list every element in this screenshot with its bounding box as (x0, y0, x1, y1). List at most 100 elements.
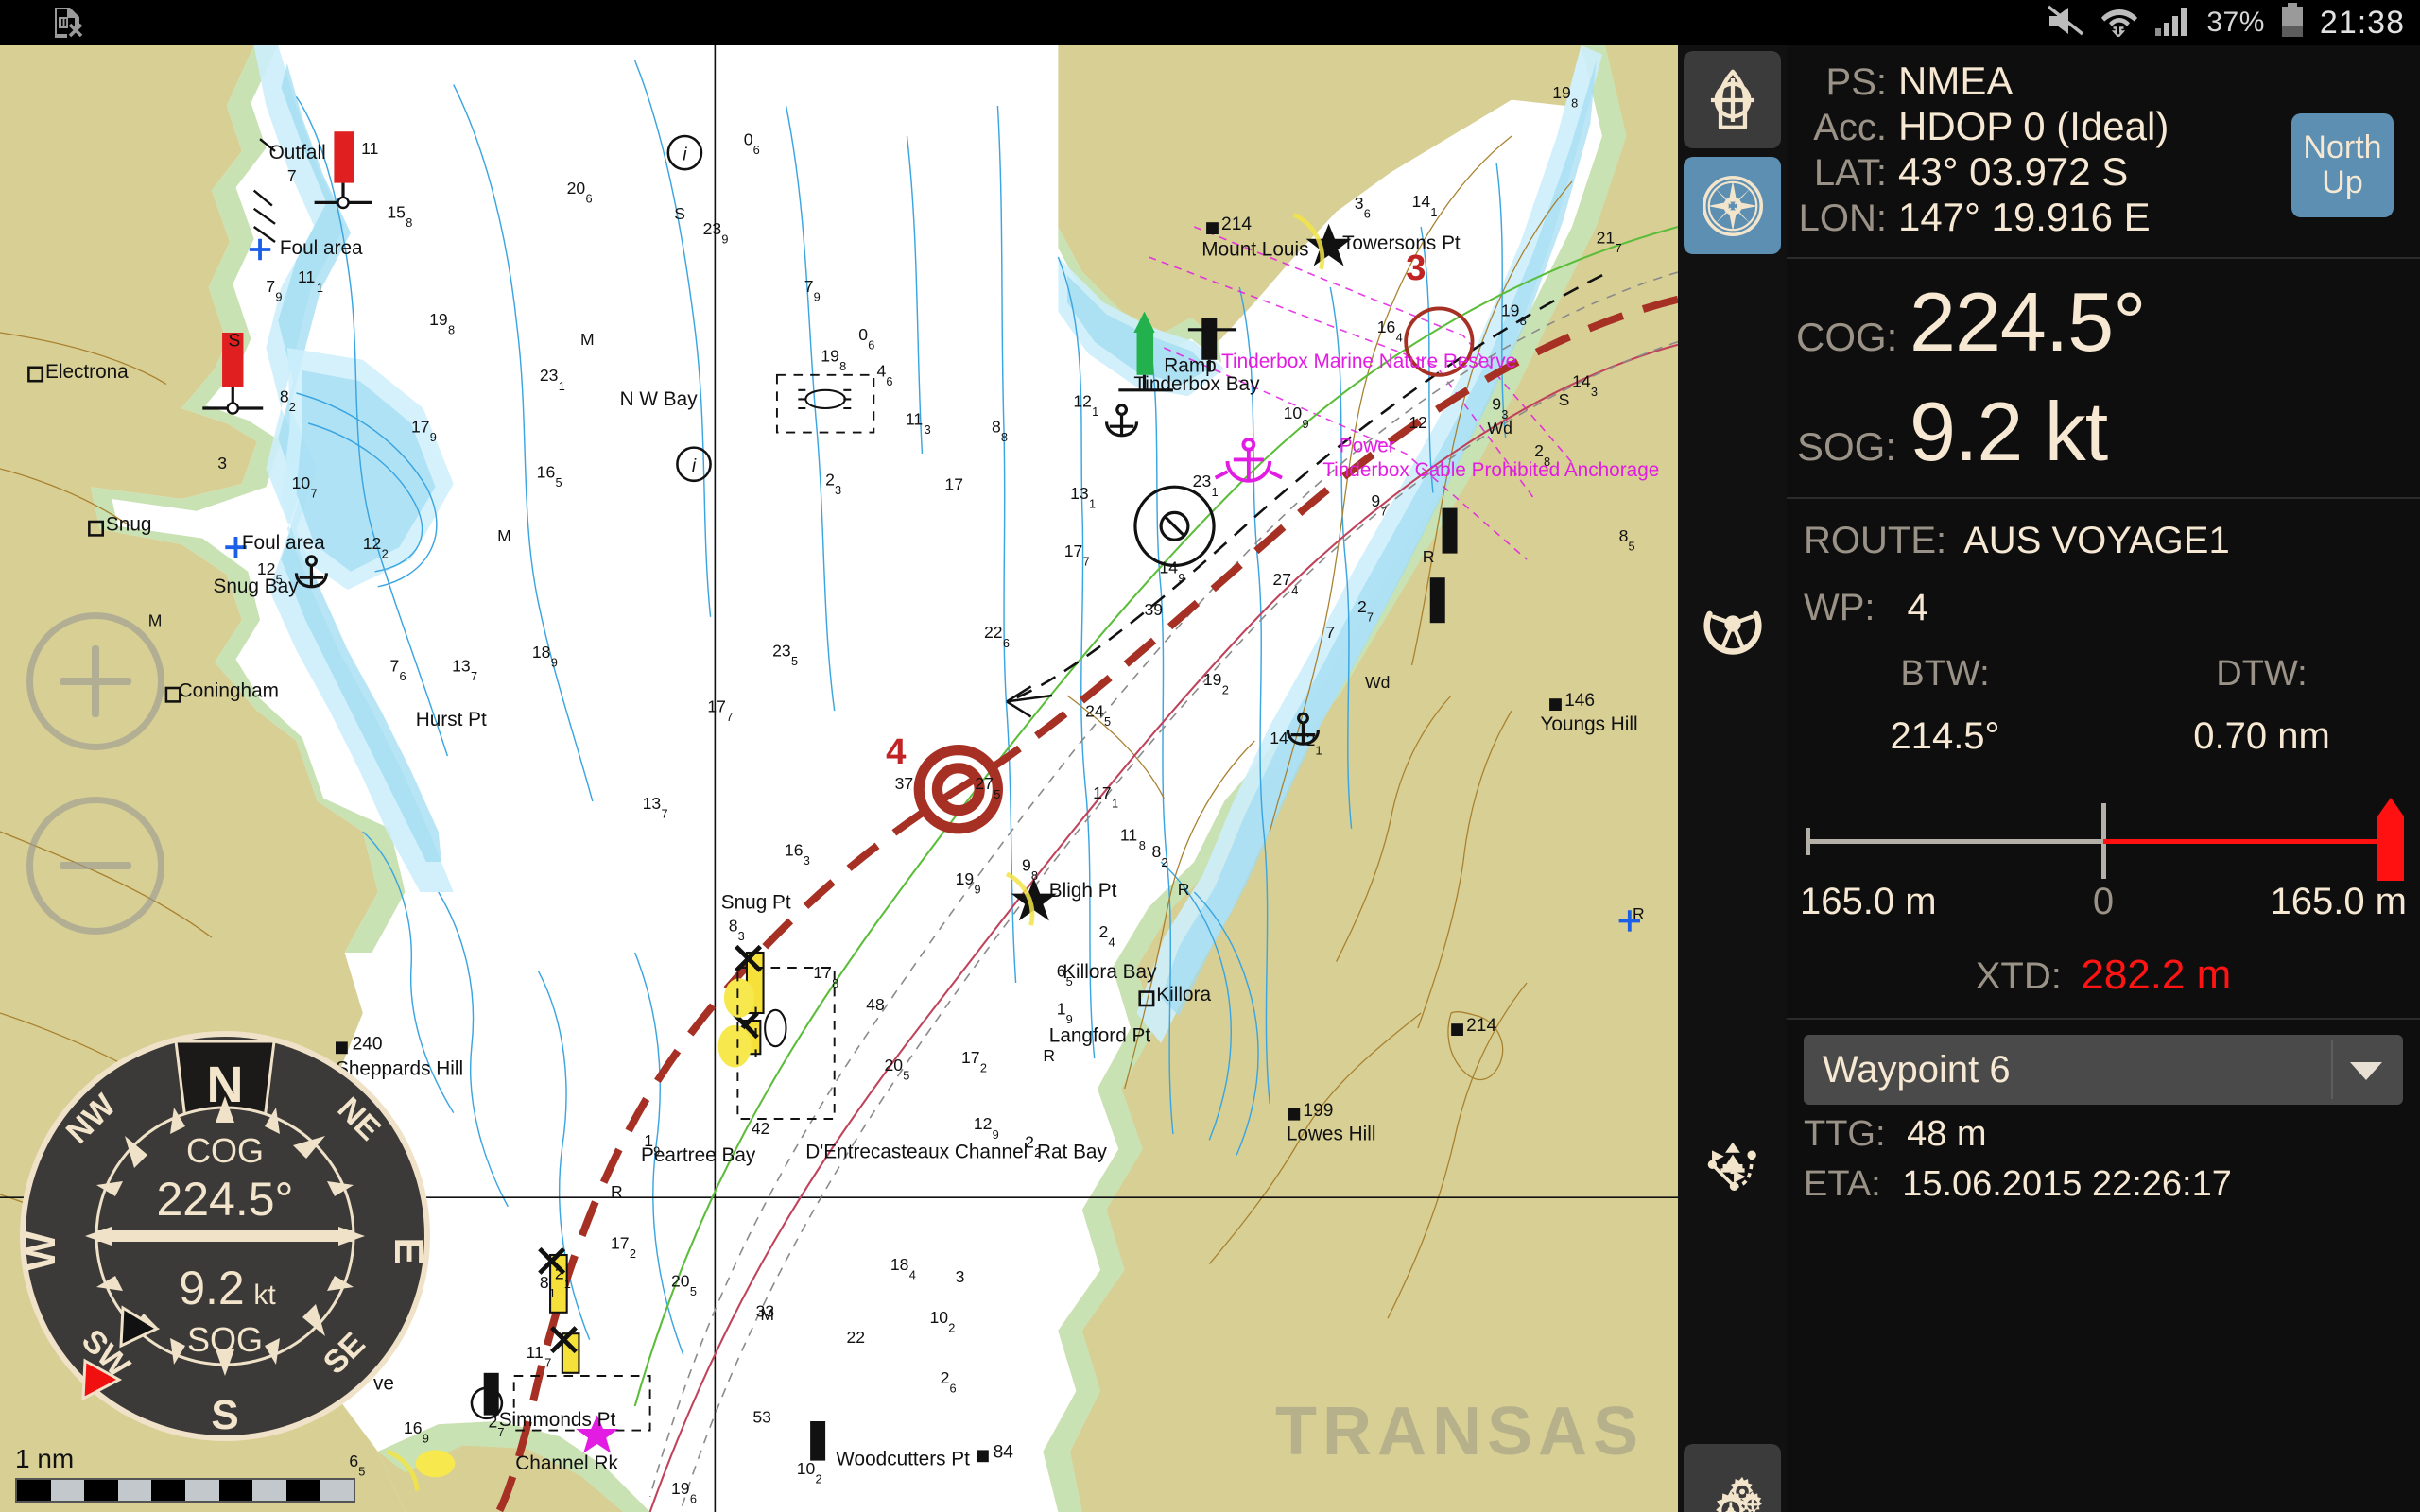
svg-text:1: 1 (1092, 404, 1098, 419)
svg-text:13: 13 (452, 656, 471, 675)
xtd-value: 282.2 m (2081, 952, 2232, 998)
android-status-bar: 37% 21:38 (0, 0, 2420, 45)
sounding: 11 (361, 139, 378, 158)
svg-text:7: 7 (661, 807, 667, 821)
svg-text:18: 18 (532, 643, 551, 662)
wifi-icon (2100, 5, 2138, 42)
place-label: Tinderbox Bay (1133, 373, 1260, 395)
chart-map-area[interactable]: .land { fill:#d8cf94; } .water { fill:#f… (0, 45, 1678, 1512)
svg-text:14: 14 (1160, 558, 1179, 576)
svg-text:8: 8 (1031, 868, 1038, 883)
xtd-left-cap (1806, 828, 1810, 855)
svg-text:53: 53 (752, 1408, 771, 1427)
sounding: R (1178, 880, 1190, 899)
sounding: 7 (287, 166, 297, 185)
map-toolbar (1678, 45, 1787, 1512)
svg-text:3: 3 (1355, 194, 1364, 213)
svg-text:M: M (580, 330, 595, 349)
magenta-chart-label: Power (1340, 435, 1395, 456)
waypoint-number-row: WP: 4 (1787, 587, 2420, 629)
svg-text:1: 1 (1057, 1000, 1066, 1019)
compass-sog-label: SOG (187, 1320, 263, 1359)
status-clock: 21:38 (2319, 4, 2405, 41)
place-label: Woodcutters Pt (836, 1448, 970, 1469)
svg-text:i: i (683, 146, 687, 165)
place-label: Snug Pt (721, 892, 791, 914)
transas-watermark: TRANSAS (1274, 1394, 1644, 1469)
svg-text:7: 7 (471, 669, 477, 683)
svg-text:8: 8 (406, 215, 412, 230)
svg-text:5: 5 (994, 787, 1000, 801)
place-label: Electrona (45, 361, 129, 383)
svg-text:24: 24 (1085, 701, 1104, 720)
svg-text:Wd: Wd (1365, 673, 1390, 692)
svg-text:1: 1 (559, 379, 565, 393)
btw-value: 214.5° (1890, 715, 2000, 757)
svg-text:5: 5 (1104, 714, 1111, 729)
route-waypoints-icon[interactable] (1684, 1111, 1781, 1209)
own-ship-centering-icon[interactable] (1684, 51, 1781, 148)
svg-text:2: 2 (1099, 922, 1109, 941)
svg-text:13: 13 (643, 794, 662, 813)
zoom-out-button[interactable] (26, 797, 164, 935)
sounding: 17 (944, 474, 963, 493)
scale-label: 1 nm (15, 1444, 75, 1473)
svg-text:6: 6 (585, 191, 592, 205)
svg-text:9: 9 (721, 232, 728, 247)
cog-sog-section: COG: 224.5° SOG: 9.2 kt (1787, 259, 2420, 499)
place-label: Outfall (269, 142, 326, 163)
svg-text:15: 15 (387, 202, 406, 221)
compass-rose-icon[interactable] (1684, 157, 1781, 254)
svg-text:17: 17 (1093, 783, 1112, 802)
svg-text:7: 7 (287, 166, 297, 185)
svg-text:20: 20 (884, 1056, 903, 1074)
svg-text:17: 17 (944, 474, 963, 493)
svg-text:7: 7 (1367, 610, 1374, 625)
compass-rose-widget[interactable]: N S E W NW NE SE SW COG 224.5° 9.2 kt SO… (17, 1028, 433, 1444)
btw-dtw-row: BTW: 214.5° DTW: 0.70 nm (1787, 654, 2420, 758)
xtd-center-scale: 0 (2092, 881, 2115, 922)
place-label: Rat Bay (1037, 1142, 1108, 1163)
sounding: R (611, 1182, 623, 1201)
xtd-gauge (1800, 792, 2407, 881)
cog-row: COG: 224.5° (1787, 274, 2420, 370)
svg-text:0: 0 (744, 130, 753, 149)
sounding: Wd (1365, 673, 1390, 692)
orientation-north-up-button[interactable]: North Up (2291, 113, 2394, 217)
latitude-label: LAT: (1813, 152, 1887, 194)
svg-text:2: 2 (816, 1472, 822, 1486)
svg-text:10: 10 (1284, 404, 1303, 422)
helm-wheel-icon[interactable] (1684, 575, 1781, 672)
zoom-in-button[interactable] (26, 612, 164, 750)
svg-text:7: 7 (1325, 623, 1335, 642)
eta-row: ETA: 15.06.2015 22:26:17 (1804, 1164, 2403, 1205)
place-label: Peartree Bay (641, 1144, 756, 1166)
svg-text:6: 6 (1364, 206, 1371, 220)
battery-icon (2280, 2, 2305, 43)
svg-text:42: 42 (752, 1119, 770, 1138)
svg-text:6: 6 (868, 338, 874, 352)
cog-label: COG: (1796, 315, 1898, 359)
place-label: Lowes Hill (1287, 1123, 1376, 1144)
svg-text:5: 5 (1629, 539, 1635, 553)
waypoint-select[interactable]: Waypoint 6 (1804, 1035, 2403, 1105)
xtd-label: XTD: (1975, 955, 2062, 997)
svg-text:6: 6 (1003, 636, 1010, 650)
sounding: R (1633, 904, 1645, 923)
settings-gears-icon[interactable] (1684, 1444, 1781, 1512)
svg-text:13: 13 (1070, 484, 1089, 503)
cog-value: 224.5° (1910, 275, 2146, 369)
svg-text:8: 8 (1001, 430, 1008, 444)
svg-text:7: 7 (1083, 554, 1090, 568)
place-label: Foul area (280, 237, 363, 259)
ttg-value: 48 m (1907, 1114, 1987, 1154)
svg-text:7: 7 (804, 277, 814, 296)
sounding: R (1043, 1046, 1055, 1065)
svg-text:4: 4 (1396, 331, 1403, 345)
svg-text:7: 7 (726, 710, 733, 724)
svg-text:5: 5 (903, 1068, 909, 1082)
xtd-value-row: XTD: 282.2 m (1800, 952, 2407, 999)
svg-text:6: 6 (690, 1491, 697, 1505)
svg-text:8: 8 (832, 976, 838, 990)
place-label: Foul area (242, 532, 325, 554)
